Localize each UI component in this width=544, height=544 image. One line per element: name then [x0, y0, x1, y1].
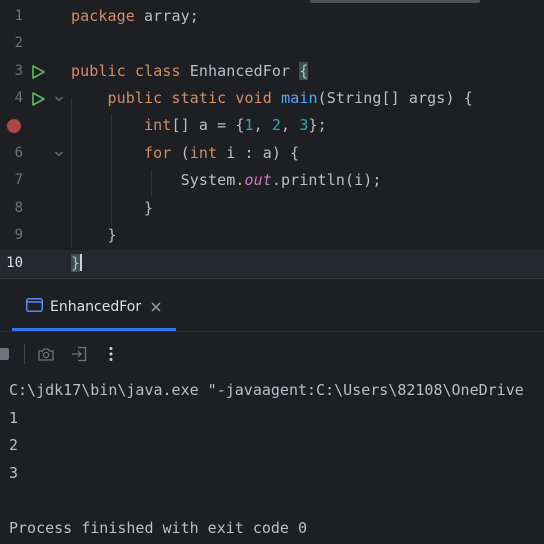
line-number: 10: [6, 255, 23, 271]
line-number: 1: [14, 8, 23, 24]
code-text[interactable]: }: [71, 222, 117, 249]
keyword-int: int: [144, 116, 172, 134]
code-text[interactable]: int[] a = {1, 2, 3};: [71, 112, 327, 139]
code-line-8: 8 }: [0, 195, 544, 222]
export-icon[interactable]: [70, 345, 88, 363]
code-line-1: 1 package array;: [0, 3, 544, 30]
code-line-7: 7 System.out.println(i);: [0, 167, 544, 194]
chevron-down-icon[interactable]: [54, 94, 64, 104]
code-line-2: 2: [0, 30, 544, 57]
chevron-down-icon[interactable]: [54, 149, 64, 159]
method-name: main: [281, 89, 318, 107]
code-line-4: 4 public static void main(String[] args)…: [0, 85, 544, 112]
number-literal: 2: [271, 116, 282, 134]
code-fragment: };: [308, 116, 327, 134]
ide-window: 1 package array; 2 3 public class Enhanc…: [0, 0, 544, 544]
matched-brace: }: [71, 254, 81, 272]
method-call: .println(i);: [271, 171, 382, 189]
code-fragment: [] a = {: [171, 116, 245, 134]
keyword-void: void: [235, 89, 272, 107]
code-text[interactable]: public class EnhancedFor {: [71, 58, 309, 85]
keyword-public: public: [71, 62, 126, 80]
line-number: 7: [14, 172, 23, 188]
code-fragment: ,: [281, 116, 300, 134]
code-text[interactable]: System.out.println(i);: [71, 167, 382, 194]
line-number: 8: [14, 200, 23, 216]
code-fragment: i : a) {: [217, 144, 300, 162]
code-line-9: 9 }: [0, 222, 544, 249]
code-line-6: 6 for (int i : a) {: [0, 140, 544, 167]
run-toolbar: [0, 331, 544, 376]
code-line-10: 10 }: [0, 250, 544, 277]
text-caret: [80, 254, 83, 271]
code-line-3: 3 public class EnhancedFor {: [0, 58, 544, 85]
code-text[interactable]: }: [71, 250, 83, 277]
method-params: (String[] args) {: [317, 89, 473, 107]
keyword-int: int: [189, 144, 218, 162]
console-output[interactable]: C:\jdk17\bin\java.exe "-javaagent:C:\Use…: [0, 376, 544, 544]
console-line: 1: [9, 409, 19, 427]
line-number: 6: [14, 145, 23, 161]
class-reference: System.: [180, 171, 245, 189]
line-number: 4: [14, 90, 23, 106]
console-line: 3: [9, 464, 19, 482]
tab-label: EnhancedFor: [50, 299, 142, 315]
code-fragment: }: [107, 226, 117, 244]
close-icon[interactable]: [150, 301, 162, 313]
code-fragment: (: [171, 144, 190, 162]
breakpoint-icon[interactable]: [6, 118, 22, 134]
line-number: 3: [14, 63, 23, 79]
matched-brace: {: [299, 62, 309, 80]
keyword-for: for: [144, 144, 172, 162]
code-text[interactable]: }: [71, 195, 153, 222]
console-line: 2: [9, 436, 19, 454]
keyword-static: static: [171, 89, 227, 107]
run-class-icon[interactable]: [30, 64, 46, 80]
run-main-icon[interactable]: [30, 91, 46, 107]
code-fragment: }: [144, 199, 154, 217]
package-name: array;: [134, 7, 199, 25]
console-line: C:\jdk17\bin\java.exe "-javaagent:C:\Use…: [9, 381, 524, 399]
camera-icon[interactable]: [37, 345, 55, 363]
toolbar-separator: [24, 344, 25, 364]
console-icon: [26, 298, 43, 312]
stop-icon[interactable]: [0, 345, 12, 363]
code-text[interactable]: public static void main(String[] args) {: [71, 85, 473, 112]
class-name: EnhancedFor: [180, 62, 300, 80]
code-text[interactable]: for (int i : a) {: [71, 140, 299, 167]
line-number: 9: [14, 227, 23, 243]
code-line-5: int[] a = {1, 2, 3};: [0, 112, 544, 139]
number-literal: 1: [244, 116, 254, 134]
code-fragment: ,: [253, 116, 272, 134]
code-editor[interactable]: 1 package array; 2 3 public class Enhanc…: [0, 0, 544, 278]
keyword-class: class: [134, 62, 181, 80]
static-field: out: [244, 171, 272, 189]
keyword-package: package: [71, 7, 135, 25]
line-number: 2: [14, 35, 23, 51]
keyword-public: public: [107, 89, 163, 107]
run-tab-bar: EnhancedFor: [0, 279, 544, 331]
more-vertical-icon[interactable]: [102, 345, 120, 363]
code-text[interactable]: package array;: [71, 3, 199, 30]
tab-enhancedfor[interactable]: EnhancedFor: [12, 279, 176, 331]
console-line: Process finished with exit code 0: [9, 519, 308, 537]
